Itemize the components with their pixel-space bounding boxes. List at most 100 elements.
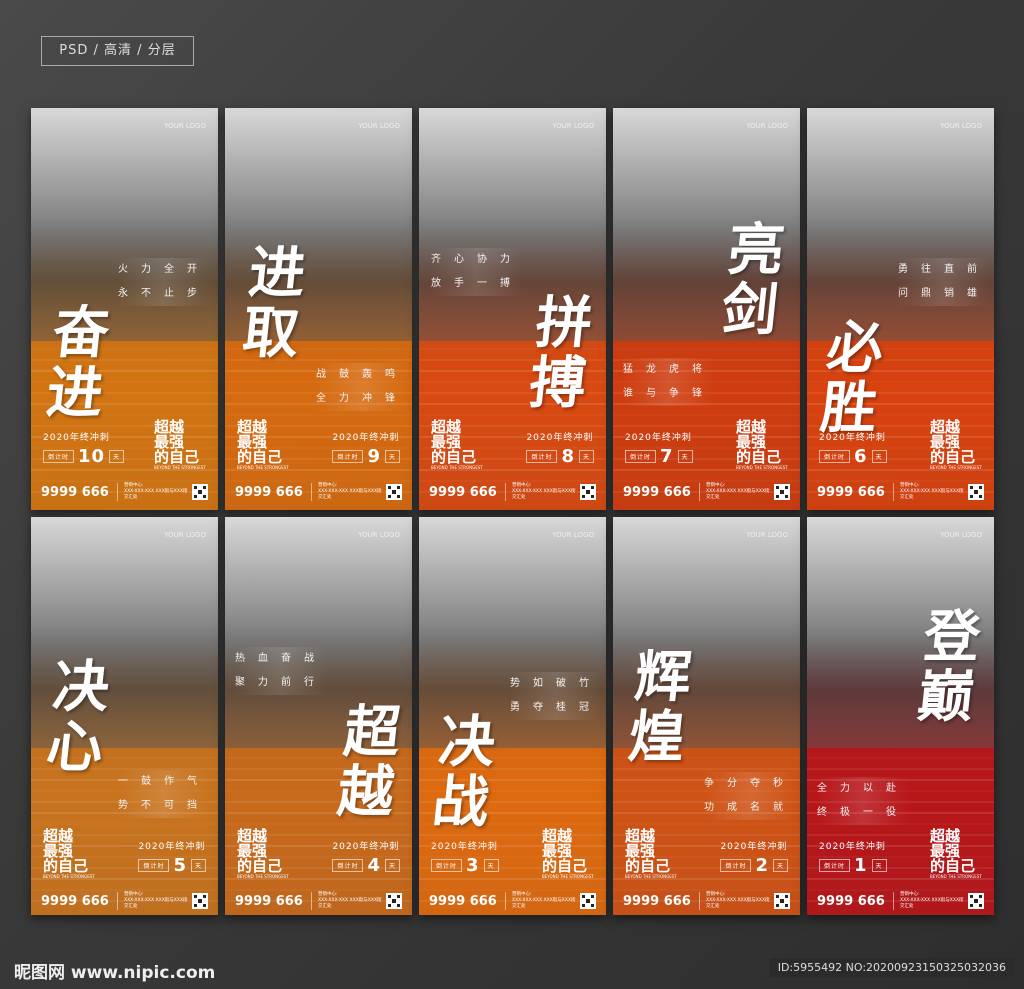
campaign-label: 2020年终冲刺	[332, 842, 400, 852]
poster-title: 辉煌	[625, 644, 695, 770]
slogan-line: 谁与争锋	[623, 382, 715, 406]
slogan-line: 功成名就	[704, 796, 796, 820]
logo-subtitle: BEYOND THE STRONGEST	[237, 465, 289, 470]
address-label: 营销中心:	[706, 483, 726, 488]
your-logo: YOUR LOGO	[164, 122, 206, 130]
countdown-days: 6	[854, 446, 868, 467]
address: 营销中心: XXX-XXX-XXX XXX街与XXX街交汇处	[512, 483, 580, 501]
slogan-logo: 超越 最强 的自己 BEYOND THE STRONGEST	[237, 420, 289, 471]
address-text: XXX-XXX-XXX XXX街与XXX街交汇处	[124, 898, 188, 909]
address: 营销中心: XXX-XXX-XXX XXX街与XXX街交汇处	[512, 892, 580, 910]
day-unit: 天	[677, 450, 693, 463]
logo-line: 的自己	[736, 448, 782, 466]
divider	[505, 892, 506, 910]
logo-subtitle: BEYOND THE STRONGEST	[237, 874, 289, 879]
day-unit: 天	[384, 859, 400, 872]
countdown-label: 倒计时	[43, 450, 75, 463]
divider	[505, 483, 506, 501]
countdown-label: 倒计时	[138, 859, 170, 872]
your-logo: YOUR LOGO	[552, 531, 594, 539]
day-unit: 天	[871, 450, 887, 463]
poster-9: YOUR LOGO 辉煌 争分夺秒 功成名就 2020年终冲刺 倒计时 2 天 …	[613, 517, 800, 915]
slogan-line: 全力以赴	[817, 777, 909, 801]
divider	[893, 892, 894, 910]
slogan-line: 势不可挡	[118, 794, 210, 818]
poster-title: 亮剑	[718, 217, 788, 343]
qr-code-icon	[192, 484, 208, 500]
qr-code-icon	[968, 484, 984, 500]
your-logo: YOUR LOGO	[358, 531, 400, 539]
countdown-days: 3	[466, 855, 480, 876]
poster-10: YOUR LOGO 登巅 全力以赴 终极一役 2020年终冲刺 倒计时 1 天 …	[807, 517, 994, 915]
slogan-line: 勇往直前	[898, 258, 990, 282]
poster-slogan: 热血奋战 聚力前行	[235, 647, 327, 695]
your-logo: YOUR LOGO	[746, 531, 788, 539]
campaign-label: 2020年终冲刺	[43, 433, 110, 443]
address-text: XXX-XXX-XXX XXX街与XXX街交汇处	[318, 898, 382, 909]
phone-number: 9999 666	[817, 484, 885, 500]
countdown-days: 4	[367, 855, 381, 876]
logo-subtitle: BEYOND THE STRONGEST	[154, 465, 206, 470]
your-logo: YOUR LOGO	[940, 122, 982, 130]
campaign-label: 2020年终冲刺	[138, 842, 206, 852]
poster-footer: 9999 666 营销中心: XXX-XXX-XXX XXX街与XXX街交汇处	[41, 890, 208, 912]
address-label: 营销中心:	[900, 483, 920, 488]
slogan-logo: 超越 最强 的自己 BEYOND THE STRONGEST	[625, 829, 677, 880]
poster-title: 决战	[429, 709, 499, 835]
slogan-logo: 超越 最强 的自己 BEYOND THE STRONGEST	[237, 829, 289, 880]
address-text: XXX-XXX-XXX XXX街与XXX街交汇处	[124, 489, 188, 500]
slogan-line: 争分夺秒	[704, 772, 796, 796]
slogan-line: 放手一搏	[431, 272, 523, 296]
campaign-label: 2020年终冲刺	[720, 842, 788, 852]
slogan-line: 终极一役	[817, 801, 909, 825]
poster-slogan: 争分夺秒 功成名就	[704, 772, 796, 820]
logo-line: 的自己	[930, 448, 976, 466]
slogan-line: 齐心协力	[431, 248, 523, 272]
address-label: 营销中心:	[512, 892, 532, 897]
qr-code-icon	[968, 893, 984, 909]
address: 营销中心: XXX-XXX-XXX XXX街与XXX街交汇处	[706, 892, 774, 910]
poster-footer: 9999 666 营销中心: XXX-XXX-XXX XXX街与XXX街交汇处	[235, 890, 402, 912]
countdown-label: 倒计时	[431, 859, 463, 872]
poster-title: 奋进	[43, 300, 113, 426]
address-label: 营销中心:	[318, 483, 338, 488]
logo-line: 的自己	[625, 857, 671, 875]
divider	[117, 483, 118, 501]
slogan-logo: 超越 最强 的自己 BEYOND THE STRONGEST	[43, 829, 95, 880]
countdown-label: 倒计时	[526, 450, 558, 463]
phone-number: 9999 666	[817, 893, 885, 909]
slogan-line: 勇夺桂冠	[510, 696, 602, 720]
address-label: 营销中心:	[512, 483, 532, 488]
day-unit: 天	[871, 859, 887, 872]
slogan-logo: 超越 最强 的自己 BEYOND THE STRONGEST	[930, 829, 982, 880]
slogan-line: 火力全开	[118, 258, 210, 282]
address: 营销中心: XXX-XXX-XXX XXX街与XXX街交汇处	[706, 483, 774, 501]
phone-number: 9999 666	[429, 484, 497, 500]
countdown: 2020年终冲刺 倒计时 4 天	[332, 839, 400, 876]
logo-line: 的自己	[930, 857, 976, 875]
logo-line: 的自己	[154, 448, 200, 466]
countdown-days: 7	[660, 446, 674, 467]
day-unit: 天	[772, 859, 788, 872]
divider	[311, 892, 312, 910]
site-watermark: 昵图网 www.nipic.com	[14, 963, 216, 983]
your-logo: YOUR LOGO	[358, 122, 400, 130]
address: 营销中心: XXX-XXX-XXX XXX街与XXX街交汇处	[900, 892, 968, 910]
campaign-label: 2020年终冲刺	[332, 433, 400, 443]
campaign-label: 2020年终冲刺	[625, 433, 692, 443]
countdown-days: 8	[561, 446, 575, 467]
poster-slogan: 火力全开 永不止步	[118, 258, 210, 306]
poster-footer: 9999 666 营销中心: XXX-XXX-XXX XXX街与XXX街交汇处	[817, 890, 984, 912]
poster-4: YOUR LOGO 亮剑 猛龙虎将 谁与争锋 2020年终冲刺 倒计时 7 天 …	[613, 108, 800, 510]
divider	[311, 483, 312, 501]
countdown: 2020年终冲刺 倒计时 9 天	[332, 430, 400, 467]
logo-subtitle: BEYOND THE STRONGEST	[431, 465, 483, 470]
divider	[893, 483, 894, 501]
qr-code-icon	[580, 484, 596, 500]
poster-slogan: 全力以赴 终极一役	[817, 777, 909, 825]
your-logo: YOUR LOGO	[552, 122, 594, 130]
countdown: 2020年终冲刺 倒计时 2 天	[720, 839, 788, 876]
slogan-line: 问鼎销雄	[898, 282, 990, 306]
campaign-label: 2020年终冲刺	[819, 433, 886, 443]
countdown: 2020年终冲刺 倒计时 5 天	[138, 839, 206, 876]
